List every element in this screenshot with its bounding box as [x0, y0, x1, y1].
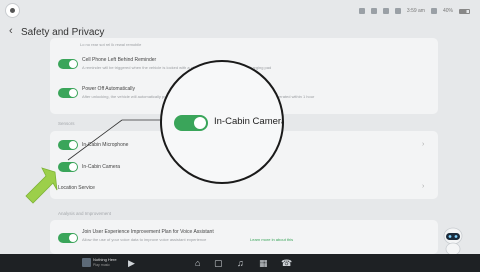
magnifier-connector-line — [67, 119, 123, 161]
media-subtitle: Play music — [93, 263, 110, 267]
media-thumbnail[interactable] — [82, 258, 91, 267]
robot-assistant-icon[interactable] — [440, 226, 466, 256]
magnifier-callout: In-Cabin Camera — [160, 60, 284, 184]
magnified-camera-toggle[interactable] — [174, 115, 208, 131]
bottom-dock: Nothing Here Play music ▶ ⌂ ▢ ♫ ▦ ☎ — [0, 254, 480, 272]
apps-icon[interactable]: ▦ — [259, 258, 268, 268]
car-icon[interactable]: ▢ — [214, 258, 223, 268]
magnified-camera-label: In-Cabin Camera — [214, 116, 284, 127]
music-icon[interactable]: ♫ — [237, 258, 244, 268]
play-icon[interactable]: ▶ — [128, 258, 135, 268]
phone-icon[interactable]: ☎ — [281, 258, 292, 268]
arrow-pointer-icon — [25, 167, 58, 204]
home-icon[interactable]: ⌂ — [195, 258, 200, 268]
media-title: Nothing Here — [93, 257, 117, 262]
